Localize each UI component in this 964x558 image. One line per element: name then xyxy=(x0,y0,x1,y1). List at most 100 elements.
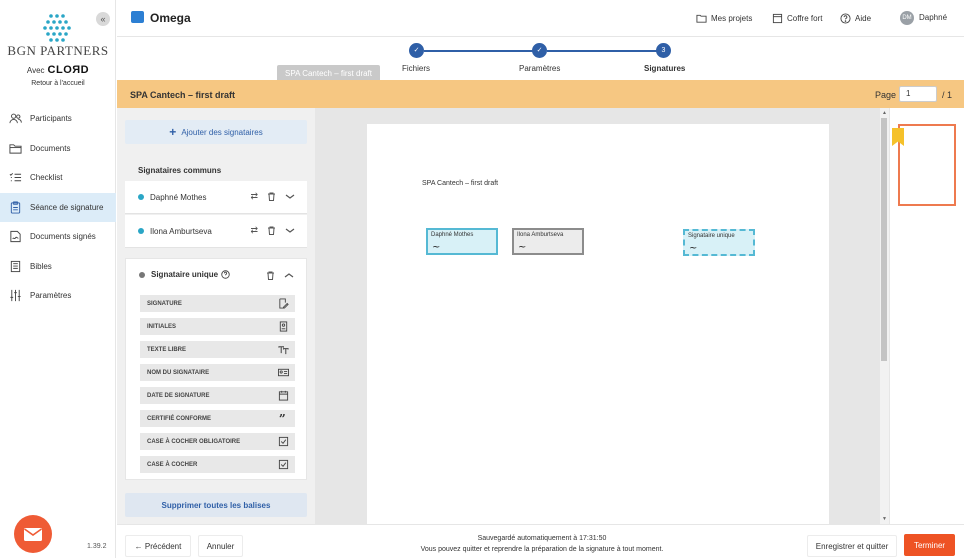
tag-label: TEXTE LIBRE xyxy=(147,346,187,353)
signature-mark-icon: ~ xyxy=(689,243,698,254)
project-title: Omega xyxy=(150,11,191,25)
scroll-down-icon[interactable]: ▼ xyxy=(882,516,887,522)
help-link[interactable]: Aide xyxy=(840,13,871,24)
document-page[interactable]: SPA Cantech – first draft Daphné Mothes … xyxy=(367,124,829,524)
save-and-quit-button[interactable]: Enregistrer et quitter xyxy=(807,535,897,557)
back-home-link[interactable]: Retour à l'accueil xyxy=(0,80,116,87)
sidebar-item-label: Participants xyxy=(30,114,72,124)
tag-certified[interactable]: CERTIFIÉ CONFORME ” xyxy=(140,410,295,427)
user-name[interactable]: Daphné xyxy=(919,13,947,22)
checkbox-icon xyxy=(278,436,289,447)
book-icon xyxy=(10,260,21,272)
cancel-button[interactable]: Annuler xyxy=(198,535,243,557)
scrollbar-thumb[interactable] xyxy=(881,118,887,361)
help-icon[interactable] xyxy=(221,270,230,279)
autosave-time: Sauvegardé automatiquement à 17:31:50 xyxy=(477,535,607,542)
page-label: Page xyxy=(875,90,897,100)
safe-label: Coffre fort xyxy=(787,14,823,23)
add-signers-label: Ajouter des signataires xyxy=(181,127,263,137)
document-viewer: SPA Cantech – first draft Daphné Mothes … xyxy=(315,108,890,524)
tag-mandatory-checkbox[interactable]: CASE À COCHER OBLIGATOIRE xyxy=(140,433,295,450)
tag-signer-name[interactable]: NOM DU SIGNATAIRE xyxy=(140,364,295,381)
signer-card[interactable]: Daphné Mothes ⇄ xyxy=(125,181,307,214)
signers-panel: + Ajouter des signataires Signataires co… xyxy=(117,108,315,524)
step-fichiers-check-icon[interactable]: ✓ xyxy=(409,43,424,58)
sidebar-item-label: Séance de signature xyxy=(30,202,104,212)
sidebar-item-participants[interactable]: Participants xyxy=(0,104,116,134)
sidebar-item-label: Checklist xyxy=(30,173,63,183)
signature-icon xyxy=(279,298,289,309)
sidebar-item-signed-documents[interactable]: Documents signés xyxy=(0,222,116,252)
signer-color-dot xyxy=(138,228,144,234)
swap-icon[interactable]: ⇄ xyxy=(250,225,258,236)
contact-mail-button[interactable] xyxy=(14,515,52,553)
sidebar-item-settings[interactable]: Paramètres xyxy=(0,281,116,311)
tag-checkbox[interactable]: CASE À COCHER xyxy=(140,456,295,473)
finish-button[interactable]: Terminer xyxy=(904,534,955,556)
clipboard-icon xyxy=(10,201,21,214)
top-header: Omega Mes projets Coffre fort Aide DM Da… xyxy=(117,0,964,37)
quote-icon: ” xyxy=(279,413,286,424)
trash-icon[interactable] xyxy=(266,271,275,280)
page-total: / 1 xyxy=(942,90,953,100)
chevron-down-icon[interactable] xyxy=(285,192,295,201)
folder-icon xyxy=(696,14,707,23)
sliders-icon xyxy=(10,290,21,302)
tag-initials[interactable]: INITIALES xyxy=(140,318,295,335)
avec-label: Avec xyxy=(26,66,45,75)
page-thumbnail[interactable] xyxy=(898,124,956,206)
tag-signature[interactable]: SIGNATURE xyxy=(140,295,295,312)
partner-line: Avec CLOЯD xyxy=(0,64,116,76)
step-signatures-number[interactable]: 3 xyxy=(656,43,671,58)
user-avatar[interactable]: DM xyxy=(900,11,914,25)
unique-signer-dot xyxy=(139,271,145,278)
unique-signer-header[interactable]: Signataire unique xyxy=(139,270,230,279)
sidebar-item-checklist[interactable]: Checklist xyxy=(0,163,116,193)
trash-icon[interactable] xyxy=(267,192,276,201)
sidebar-item-label: Bibles xyxy=(30,261,52,271)
folder-icon xyxy=(9,144,22,154)
trash-icon[interactable] xyxy=(267,226,276,235)
sidebar-item-signing-session[interactable]: Séance de signature xyxy=(0,192,116,222)
page-heading: SPA Cantech – first draft xyxy=(422,180,499,187)
chevron-up-icon[interactable] xyxy=(284,271,294,280)
sidebar-item-bibles[interactable]: Bibles xyxy=(0,252,116,282)
signature-field-ilona[interactable]: Ilona Amburtseva ~ xyxy=(512,228,584,255)
step-connector xyxy=(424,50,540,52)
signer-card[interactable]: Ilona Amburtseva ⇄ xyxy=(125,215,307,248)
safe-link[interactable]: Coffre fort xyxy=(772,13,822,24)
scroll-up-icon[interactable]: ▲ xyxy=(882,110,887,116)
delete-all-tags-button[interactable]: Supprimer toutes les balises xyxy=(125,493,307,517)
page-thumbnails xyxy=(890,108,964,524)
signer-actions: ⇄ xyxy=(250,191,295,202)
stepper: ✓ ✓ 3 Fichiers Paramètres Signatures xyxy=(117,37,964,80)
step-label-parametres[interactable]: Paramètres xyxy=(519,64,560,73)
svg-text:”: ” xyxy=(279,413,286,424)
tag-signature-date[interactable]: DATE DE SIGNATURE xyxy=(140,387,295,404)
tag-free-text[interactable]: TEXTE LIBRE xyxy=(140,341,295,358)
my-projects-link[interactable]: Mes projets xyxy=(696,13,752,24)
brand-name: BGN PARTNERS xyxy=(7,43,109,58)
previous-button[interactable]: ← Précédent xyxy=(125,535,191,557)
step-label-fichiers[interactable]: Fichiers xyxy=(402,64,430,73)
autosave-status: Sauvegardé automatiquement à 17:31:50 Vo… xyxy=(377,533,707,555)
signature-mark-icon: ~ xyxy=(518,242,527,253)
help-icon xyxy=(840,13,851,24)
swap-icon[interactable]: ⇄ xyxy=(250,191,258,202)
field-label: Daphné Mothes xyxy=(431,232,474,238)
signature-field-unique[interactable]: Signataire unique ~ xyxy=(683,229,755,256)
collapse-sidebar-button[interactable]: « xyxy=(96,12,110,26)
page-number-input[interactable]: 1 xyxy=(899,86,937,102)
users-icon xyxy=(9,113,22,124)
signature-field-daphne[interactable]: Daphné Mothes ~ xyxy=(426,228,498,255)
step-parametres-check-icon[interactable]: ✓ xyxy=(532,43,547,58)
sidebar-item-documents[interactable]: Documents xyxy=(0,134,116,164)
step-label-signatures[interactable]: Signatures xyxy=(644,64,685,73)
checklist-icon xyxy=(9,173,22,182)
add-signers-button[interactable]: + Ajouter des signataires xyxy=(125,120,307,144)
chevron-down-icon[interactable] xyxy=(285,226,295,235)
signer-actions: ⇄ xyxy=(250,225,295,236)
footer-bar: ← Précédent Annuler Sauvegardé automatiq… xyxy=(117,524,964,558)
sidebar-item-label: Documents signés xyxy=(30,232,96,242)
safe-icon xyxy=(772,13,783,24)
